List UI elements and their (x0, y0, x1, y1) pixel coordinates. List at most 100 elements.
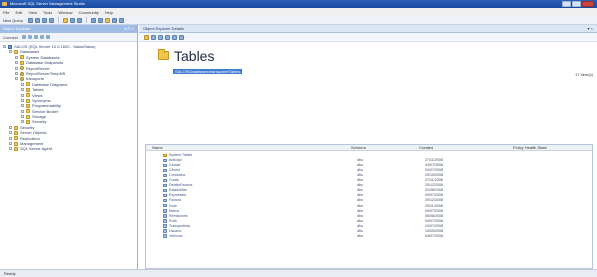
tree-node[interactable]: SQL Server Agent (0, 146, 137, 151)
toolbar-save-icon[interactable] (70, 17, 76, 23)
toolbar-object-explorer-icon[interactable] (98, 17, 104, 23)
expand-toggle-icon[interactable] (21, 98, 24, 102)
column-header-created[interactable]: Created (419, 145, 433, 151)
connect-icon[interactable] (21, 35, 26, 39)
menu-view[interactable]: View (28, 10, 37, 15)
maximize-icon[interactable] (572, 1, 581, 7)
cell-created: 20/12/2008 (425, 183, 443, 188)
expand-toggle-icon[interactable] (15, 55, 18, 59)
table-icon (163, 219, 167, 223)
table-row[interactable]: Conductor dbo 29/10/2008 (146, 173, 592, 178)
folder-icon (26, 120, 30, 125)
toolbar-db-engine-query-icon[interactable] (28, 17, 34, 23)
table-row[interactable]: Remisiones dbo 06/08/2008 (146, 214, 592, 219)
table-row[interactable]: Cliente dbo 04/07/2008 (146, 168, 592, 173)
table-row[interactable]: Transportista dbo 04/07/2008 (146, 224, 592, 229)
expand-toggle-icon[interactable] (9, 125, 12, 129)
menu-help[interactable]: Help (105, 10, 113, 15)
expand-toggle-icon[interactable] (21, 115, 24, 119)
cell-name: Transportista (169, 223, 190, 228)
menu-file[interactable]: File (3, 10, 9, 15)
filter-icon[interactable] (39, 35, 44, 39)
expand-toggle-icon[interactable] (21, 82, 24, 86)
toolbar-toolbox-icon[interactable] (119, 17, 125, 23)
toolbar-open-icon[interactable] (63, 17, 69, 23)
cell-schema: dbo (357, 208, 363, 213)
search-icon[interactable] (172, 34, 177, 40)
table-row[interactable]: Guia dbo 20/11/2008 (146, 204, 592, 209)
view-options-icon[interactable] (179, 34, 184, 40)
toolbar-properties-icon[interactable] (112, 17, 118, 23)
table-row[interactable]: Usuario dbo 14/05/2008 (146, 229, 592, 234)
expand-toggle-icon[interactable] (9, 131, 12, 135)
table-row[interactable]: System Tables (146, 153, 592, 158)
column-header-name[interactable]: Name (152, 145, 163, 151)
table-row[interactable]: Anticipo dbo 27/11/2008 (146, 158, 592, 163)
expand-toggle-icon[interactable] (21, 120, 24, 124)
expand-toggle-icon[interactable] (15, 71, 18, 75)
expand-toggle-icon[interactable] (9, 50, 12, 54)
expand-toggle-icon[interactable] (21, 109, 24, 113)
toolbar-dmx-query-icon[interactable] (42, 17, 48, 23)
toolbar-save-all-icon[interactable] (77, 17, 83, 23)
toolbar-analysis-query-icon[interactable] (35, 17, 41, 23)
filter-icon[interactable] (165, 34, 170, 40)
table-icon (163, 158, 167, 163)
menu-tools[interactable]: Tools (43, 10, 52, 15)
toolbar-registered-servers-icon[interactable] (91, 17, 97, 23)
close-tab-icon[interactable]: ▾ × (588, 25, 593, 33)
expand-toggle-icon[interactable] (3, 45, 6, 48)
menu-community[interactable]: Community (79, 10, 99, 15)
back-icon[interactable] (144, 34, 149, 40)
toolbar-xmla-query-icon[interactable] (49, 17, 55, 23)
details-path[interactable]: SALOS\Databases\transporte\Tables (173, 69, 243, 74)
table-row[interactable]: Estadofiliar dbo 31/08/2008 (146, 188, 592, 193)
table-row[interactable]: Ruta dbo 04/07/2008 (146, 219, 592, 224)
table-row[interactable]: Factura dbo 20/12/2008 (146, 198, 592, 203)
forward-icon[interactable] (151, 34, 156, 40)
column-header-policy[interactable]: Policy Health State (513, 145, 547, 151)
minimize-icon[interactable] (562, 1, 571, 7)
table-row[interactable]: DetalleFactura dbo 20/12/2008 (146, 183, 592, 188)
cell-name: Remisiones (169, 213, 188, 218)
table-icon (163, 178, 167, 183)
expand-toggle-icon[interactable] (21, 88, 24, 92)
expand-toggle-icon[interactable] (9, 136, 12, 140)
cell-name: Anticipo (169, 158, 182, 163)
table-row[interactable]: Ciudad dbo 04/07/2008 (146, 163, 592, 168)
table-icon (163, 204, 167, 208)
expand-toggle-icon[interactable] (15, 77, 18, 81)
folder-icon (14, 147, 18, 152)
database-icon (20, 66, 24, 71)
pin-icon[interactable]: ▾ ⊓ × (124, 25, 134, 33)
connect-button[interactable]: Connect (3, 35, 18, 40)
cell-schema: dbo (357, 213, 363, 218)
expand-toggle-icon[interactable] (15, 61, 18, 65)
menu-window[interactable]: Window (58, 10, 72, 15)
table-row[interactable]: Marca dbo 04/07/2008 (146, 209, 592, 214)
sync-icon[interactable] (158, 34, 163, 40)
stop-icon[interactable] (33, 35, 38, 39)
expand-toggle-icon[interactable] (21, 93, 24, 97)
expand-toggle-icon[interactable] (21, 104, 24, 108)
table-row[interactable]: Cuota dbo 27/11/2008 (146, 178, 592, 183)
details-tab[interactable]: Object Explorer Details ▾ × (139, 25, 597, 33)
column-header-schema[interactable]: Schema (351, 145, 366, 151)
expand-toggle-icon[interactable] (15, 66, 18, 70)
new-query-button[interactable]: New Query (3, 18, 23, 23)
close-icon[interactable] (582, 1, 594, 7)
folder-icon (26, 114, 30, 119)
object-explorer-title: Object Explorer (3, 26, 31, 31)
table-row[interactable]: Vehiculo dbo 04/07/2008 (146, 234, 592, 239)
cell-name: Usuario (169, 228, 182, 233)
menu-edit[interactable]: Edit (15, 10, 22, 15)
refresh-icon[interactable] (45, 35, 50, 39)
expand-toggle-icon[interactable] (9, 147, 12, 151)
cell-schema: dbo (357, 168, 363, 173)
expand-toggle-icon[interactable] (9, 142, 12, 146)
toolbar-template-explorer-icon[interactable] (105, 17, 111, 23)
table-row[interactable]: Exportador dbo 04/07/2008 (146, 193, 592, 198)
cell-name: Exportador (169, 193, 187, 198)
details-toolbar (139, 33, 597, 42)
disconnect-icon[interactable] (27, 35, 32, 39)
